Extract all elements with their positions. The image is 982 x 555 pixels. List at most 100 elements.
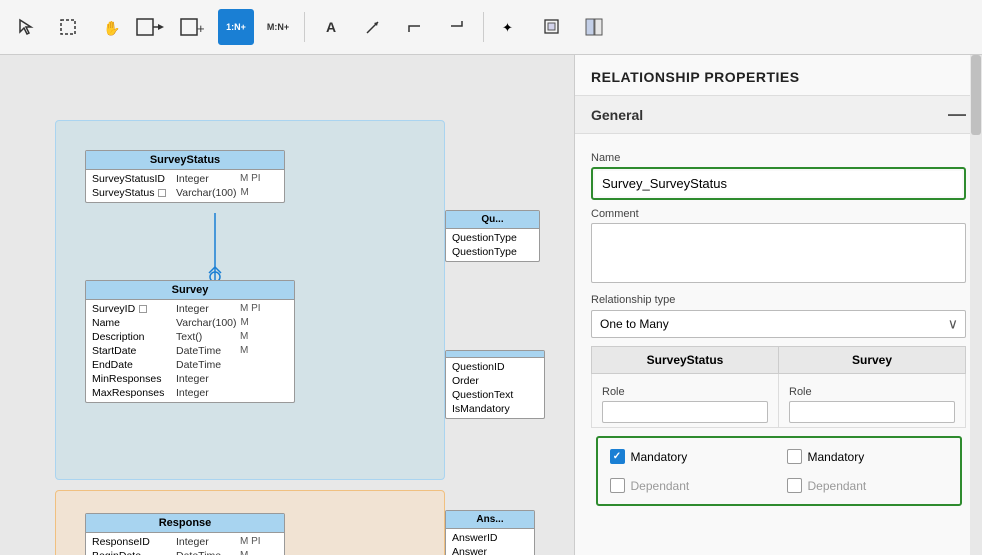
question2-partial-body: QuestionID Order QuestionText IsMandator… [446,358,544,418]
question-partial-header: Qu... [446,211,539,229]
table-row: ResponseID Integer M PI [90,535,280,549]
role1-label: Role [602,386,768,398]
separator1 [304,12,305,42]
table-row: QuestionID [450,360,540,374]
mandatory2-checkbox[interactable] [787,449,802,464]
mandatory-row: Mandatory Mandatory [602,442,956,471]
table-row: Name Varchar(100) M [90,316,290,330]
mandatory-dependant-row: Mandatory Mandatory [592,428,966,511]
table-row: SurveyStatusID Integer M PI [90,172,280,186]
survey-header: Survey [86,281,294,300]
mandatory1-cell: Mandatory [602,442,779,471]
survey-body: SurveyID Integer M PI Name Varchar(100) … [86,300,294,402]
col-header-surveystatus: SurveyStatus [592,347,779,374]
mandatory1-label: Mandatory [631,450,688,464]
one-to-many-tool[interactable]: 1:N+ [218,9,254,45]
move-tool[interactable]: ✦ [492,9,528,45]
dependant-row: Dependant Dependant [602,471,956,500]
dependant2-label: Dependant [808,479,867,493]
one-to-many-label: 1:N+ [226,23,246,32]
question-partial-table[interactable]: Qu... QuestionType QuestionType [445,210,540,262]
marquee-tool[interactable] [50,9,86,45]
dependant1-row: Dependant [608,474,773,497]
table-row: Order [450,374,540,388]
general-section-header: General — [575,95,982,134]
line2-tool[interactable] [439,9,475,45]
panel-title: RELATIONSHIP PROPERTIES [575,55,982,95]
relationship-type-select[interactable]: One to Many Many to Many One to One [591,310,966,338]
label-tool[interactable]: A [313,9,349,45]
mandatory-dependant-grid: Mandatory Mandatory [596,436,962,506]
name-input[interactable] [595,171,962,196]
entity-columns-table: SurveyStatus Survey Role Role [591,346,966,510]
comment-textarea[interactable] [591,223,966,283]
survey-status-body: SurveyStatusID Integer M PI SurveyStatus… [86,170,284,202]
mandatory1-row: Mandatory [608,445,773,468]
table-row: IsMandatory [450,402,540,416]
dependant1-label: Dependant [631,479,690,493]
table-row: Answer [450,545,530,555]
canvas[interactable]: SurveyStatus SurveyStatusID Integer M PI… [0,55,574,555]
mandatory2-label: Mandatory [808,450,865,464]
survey-status-header: SurveyStatus [86,151,284,170]
line-tool[interactable] [397,9,433,45]
table-row: Description Text() M [90,330,290,344]
table-row: MaxResponses Integer [90,386,290,400]
survey-status-table[interactable]: SurveyStatus SurveyStatusID Integer M PI… [85,150,285,203]
role2-label: Role [789,386,955,398]
hand-tool[interactable]: ✋ [92,9,128,45]
dependant2-checkbox[interactable] [787,478,802,493]
answer-partial-header: Ans... [446,511,534,529]
add-entity-tool[interactable] [134,9,170,45]
response-header: Response [86,514,284,533]
collapse-button[interactable]: — [948,104,966,125]
role-row: Role Role [592,374,966,428]
svg-text:✋: ✋ [103,20,119,36]
table-row: AnswerID [450,531,530,545]
response-table[interactable]: Response ResponseID Integer M PI BeginDa… [85,513,285,555]
survey-table[interactable]: Survey SurveyID Integer M PI Name Varcha… [85,280,295,403]
answer-partial-table[interactable]: Ans... AnswerID Answer [445,510,535,555]
fk-indicator [158,189,166,197]
crop-tool[interactable] [534,9,570,45]
role1-input[interactable] [602,401,768,423]
dependant1-checkbox[interactable] [610,478,625,493]
svg-text:+: + [197,21,205,36]
general-section-body: Name Comment Relationship type One to Ma… [575,144,982,522]
scrollbar-thumb[interactable] [971,55,981,135]
table-row: SurveyStatus Varchar(100) M [90,186,280,200]
general-section-label: General [591,107,643,123]
many-to-many-tool[interactable]: M:N+ [260,9,296,45]
role2-input[interactable] [789,401,955,423]
mandatory1-checkbox[interactable] [610,449,625,464]
response-body: ResponseID Integer M PI BeginDate DateTi… [86,533,284,555]
scrollbar-track [970,55,982,555]
question2-partial-table[interactable]: QuestionID Order QuestionText IsMandator… [445,350,545,419]
name-input-wrapper [591,167,966,200]
svg-text:✦: ✦ [502,20,513,35]
table-row: SurveyID Integer M PI [90,302,290,316]
fk-indicator [139,305,147,313]
right-panel: RELATIONSHIP PROPERTIES General — Name C… [574,55,982,555]
question-partial-body: QuestionType QuestionType [446,229,539,261]
name-label: Name [591,152,966,164]
table-row: MinResponses Integer [90,372,290,386]
dependant2-row: Dependant [785,474,950,497]
add-entity2-tool[interactable]: + [176,9,212,45]
separator2 [483,12,484,42]
label-tool-text: A [326,19,336,35]
dependant1-cell: Dependant [602,471,779,500]
connector-tool[interactable] [355,9,391,45]
select-tool[interactable] [8,9,44,45]
toolbar: ✋ + 1:N+ M:N+ A ✦ [0,0,982,55]
answer-partial-body: AnswerID Answer [446,529,534,555]
comment-label: Comment [591,208,966,220]
relationship-type-label: Relationship type [591,294,966,306]
table-row: QuestionText [450,388,540,402]
table-row: StartDate DateTime M [90,344,290,358]
question2-partial-header [446,351,544,358]
mandatory2-cell: Mandatory [779,442,956,471]
table-row: EndDate DateTime [90,358,290,372]
table-row: QuestionType [450,245,535,259]
shape-tool[interactable] [576,9,612,45]
